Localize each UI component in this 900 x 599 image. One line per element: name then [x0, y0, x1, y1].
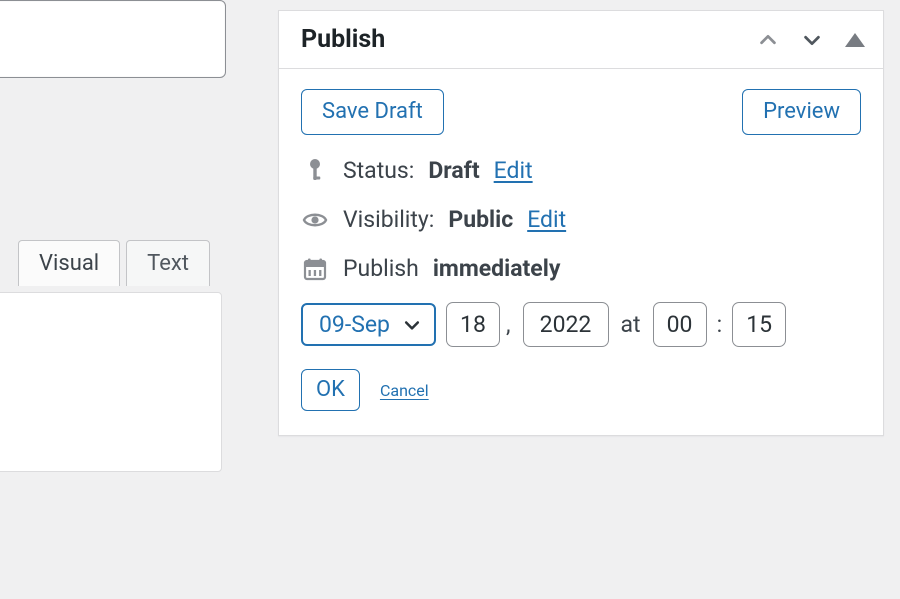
save-draft-button[interactable]: Save Draft — [301, 89, 444, 135]
status-label: Status: — [343, 157, 414, 184]
eye-icon — [301, 210, 329, 230]
day-input[interactable] — [446, 302, 500, 347]
comma-separator: , — [506, 311, 511, 338]
timestamp-row: 09-Sep , at : — [301, 302, 861, 347]
status-value: Draft — [428, 157, 479, 184]
publish-metabox: Publish Save Draft Preview Status: Draft… — [278, 10, 884, 436]
schedule-label: Publish — [343, 255, 419, 282]
timestamp-confirm-row: OK Cancel — [301, 369, 861, 411]
publish-actions-row: Save Draft Preview — [301, 89, 861, 135]
tab-text[interactable]: Text — [126, 240, 210, 286]
at-label: at — [621, 311, 641, 338]
year-input[interactable] — [523, 302, 609, 347]
editor-content-area[interactable] — [0, 292, 222, 472]
key-icon — [301, 158, 329, 184]
minute-input[interactable] — [732, 302, 786, 347]
colon-separator: : — [717, 311, 723, 338]
calendar-icon — [301, 257, 329, 281]
move-up-button[interactable] — [757, 29, 779, 51]
move-down-button[interactable] — [801, 29, 823, 51]
preview-button[interactable]: Preview — [742, 89, 861, 135]
visibility-line: Visibility: Public Edit — [301, 206, 861, 233]
visibility-label: Visibility: — [343, 206, 434, 233]
hour-input[interactable] — [653, 302, 707, 347]
publish-metabox-body: Save Draft Preview Status: Draft Edit Vi… — [279, 69, 883, 435]
schedule-value: immediately — [433, 255, 561, 282]
tab-visual[interactable]: Visual — [18, 240, 120, 286]
cancel-link[interactable]: Cancel — [380, 381, 429, 400]
chevron-up-icon — [757, 29, 779, 51]
chevron-down-icon — [402, 315, 422, 335]
post-title-input[interactable] — [0, 0, 226, 78]
publish-metabox-header: Publish — [279, 11, 883, 69]
visibility-value: Public — [448, 206, 513, 233]
visibility-edit-link[interactable]: Edit — [527, 206, 566, 233]
chevron-down-icon — [801, 29, 823, 51]
status-edit-link[interactable]: Edit — [494, 157, 533, 184]
schedule-line: Publish immediately — [301, 255, 861, 282]
editor-tabs: Visual Text — [18, 240, 216, 286]
publish-metabox-title: Publish — [301, 25, 385, 54]
ok-button[interactable]: OK — [301, 369, 360, 411]
month-select[interactable]: 09-Sep — [301, 303, 436, 346]
toggle-panel-icon[interactable] — [845, 33, 865, 47]
publish-metabox-header-controls — [757, 29, 865, 51]
month-select-value: 09-Sep — [319, 312, 390, 337]
status-line: Status: Draft Edit — [301, 157, 861, 184]
